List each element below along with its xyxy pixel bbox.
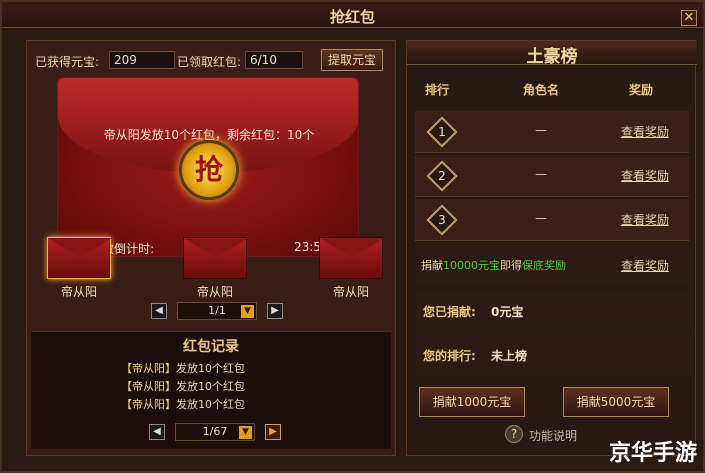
grab-button[interactable]: 抢 (179, 140, 239, 200)
rank-row: 2 — 查看奖励 (415, 155, 689, 197)
col-name: 角色名 (523, 83, 560, 97)
obtained-label: 已获得元宝: (35, 55, 100, 69)
withdraw-button[interactable]: 提取元宝 (321, 49, 383, 71)
rank-badge-icon: 1 (426, 116, 458, 148)
donated-row: 您已捐献: 0元宝 (415, 291, 689, 331)
small-envelope-2[interactable] (183, 237, 248, 279)
small-envelope-name: 帝从阳 (196, 285, 233, 299)
donate-1000-button[interactable]: 捐献1000元宝 (419, 387, 525, 417)
rich-list-title: 土豪榜 (526, 47, 578, 67)
small-envelope-1[interactable] (47, 237, 112, 279)
records-dropdown-icon[interactable]: ▼ (239, 426, 252, 439)
donate-note: 捐献10000元宝即得保底奖励 查看奖励 (415, 245, 689, 285)
view-reward-link[interactable]: 查看奖励 (621, 123, 669, 140)
rank-badge-icon: 3 (426, 204, 458, 236)
main-red-envelope: 帝从阳发放10个红包，剩余红包：10个 抢 红包有效倒计时: 23:59:04 (57, 77, 359, 257)
help-label[interactable]: 功能说明 (529, 427, 577, 444)
close-icon[interactable]: ✕ (681, 10, 697, 26)
records-title: 红包记录 (183, 339, 239, 355)
donate-5000-button[interactable]: 捐献5000元宝 (563, 387, 669, 417)
small-envelope-3[interactable] (319, 237, 384, 279)
rank-name: — (535, 211, 547, 225)
watermark-logo: 京华手游 (608, 440, 697, 466)
obtained-value: 209 (109, 51, 175, 69)
title-bar: 抢红包 ✕ (2, 2, 703, 28)
prev-page-icon[interactable]: ◀ (151, 303, 167, 319)
record-row: 【帝从阳】发放10个红包 (121, 362, 245, 375)
view-reward-link[interactable]: 查看奖励 (621, 167, 669, 184)
col-rank: 排行 (425, 83, 450, 97)
rank-row: 3 — 查看奖励 (415, 199, 689, 241)
rank-name: — (535, 167, 547, 181)
claimed-label: 已领取红包: (177, 55, 242, 69)
view-reward-link[interactable]: 查看奖励 (621, 211, 669, 228)
col-reward: 奖励 (629, 83, 654, 97)
rank-badge-icon: 2 (426, 160, 458, 192)
claimed-value: 6/10 (245, 51, 303, 69)
small-envelope-name: 帝从阳 (60, 285, 97, 299)
small-envelope-name: 帝从阳 (332, 285, 369, 299)
help-icon[interactable]: ? (505, 425, 523, 443)
page-dropdown-icon[interactable]: ▼ (241, 305, 254, 318)
records-next-icon[interactable]: ▶ (265, 424, 281, 440)
rich-list-panel: 土豪榜 排行 角色名 奖励 1 — 查看奖励 2 — 查看奖励 3 — 查看奖励… (406, 40, 697, 456)
rank-row: 1 — 查看奖励 (415, 111, 689, 153)
window-title: 抢红包 (329, 8, 375, 26)
view-reward-link[interactable]: 查看奖励 (621, 257, 669, 274)
next-page-icon[interactable]: ▶ (267, 303, 283, 319)
records-section: 红包记录 【帝从阳】发放10个红包 【帝从阳】发放10个红包 【帝从阳】发放10… (31, 331, 391, 449)
records-prev-icon[interactable]: ◀ (149, 424, 165, 440)
game-window: 抢红包 ✕ 已获得元宝: 209 已领取红包: 6/10 提取元宝 帝从阳发放1… (0, 0, 705, 473)
red-packet-panel: 已获得元宝: 209 已领取红包: 6/10 提取元宝 帝从阳发放10个红包，剩… (26, 40, 396, 456)
record-row: 【帝从阳】发放10个红包 (121, 398, 245, 411)
rank-name: — (535, 123, 547, 137)
rich-list-header: 土豪榜 (407, 41, 697, 67)
my-rank-row: 您的排行: 未上榜 (415, 335, 689, 375)
record-row: 【帝从阳】发放10个红包 (121, 380, 245, 393)
